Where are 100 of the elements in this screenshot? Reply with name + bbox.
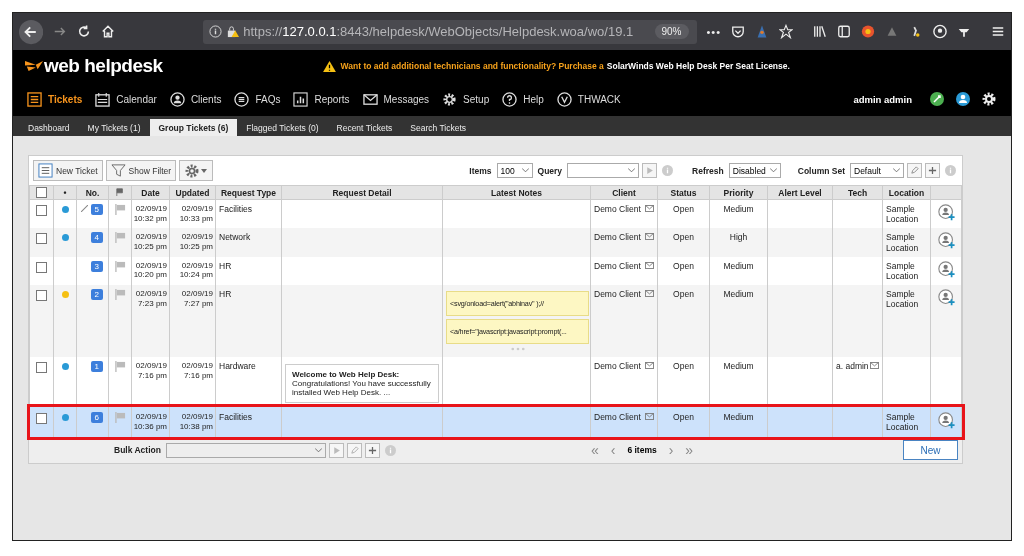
ticket-number[interactable]: 6 <box>90 412 103 424</box>
nav-tab[interactable]: Tickets <box>27 91 83 107</box>
client-name[interactable]: Demo Client <box>594 361 641 372</box>
sidebar-icon[interactable] <box>837 24 851 39</box>
nav-tab[interactable]: FAQs <box>234 91 281 107</box>
pocket-icon[interactable] <box>731 24 746 39</box>
zoom-level[interactable]: 90% <box>654 24 689 39</box>
nav-tab[interactable]: Messages <box>362 91 430 107</box>
mail-icon[interactable] <box>645 205 654 212</box>
assign-user-icon[interactable] <box>937 289 955 307</box>
nav-tab[interactable]: Calendar <box>95 91 157 107</box>
home-icon[interactable] <box>101 24 116 39</box>
nav-tab[interactable]: Clients <box>169 91 222 107</box>
nav-icon <box>442 91 458 107</box>
ticket-number[interactable]: 4 <box>90 232 103 244</box>
ticket-tab[interactable]: Recent Tickets <box>327 119 402 136</box>
mail-icon[interactable] <box>645 413 654 421</box>
account-icon[interactable] <box>932 24 947 39</box>
row-checkbox[interactable] <box>36 261 47 273</box>
license-link[interactable]: SolarWinds Web Help Desk Per Seat License. <box>606 61 790 71</box>
client-name[interactable]: Demo Client <box>594 260 641 271</box>
request-detail-card[interactable]: Welcome to Web Help Desk: Congratulations! You have successfully installed Web Help Desk. ... <box>285 364 439 404</box>
info-icon[interactable] <box>209 25 223 38</box>
edit-button[interactable] <box>907 163 922 178</box>
row-checkbox[interactable] <box>36 290 47 302</box>
settings-icon[interactable] <box>981 91 997 107</box>
assign-user-icon[interactable] <box>937 204 955 221</box>
client-name[interactable]: Demo Client <box>594 412 641 423</box>
ticket-row[interactable]: 6 02/09/19 10:36 pm 02/09/19 10:38 pm Facilities Demo Client Open Medium Sample Location <box>29 407 962 437</box>
gear-caret-icon <box>184 162 209 179</box>
ticket-tab[interactable]: Flagged Tickets (0) <box>237 119 328 136</box>
nav-icon <box>362 91 378 107</box>
new-ticket-button[interactable]: New Ticket <box>33 160 103 181</box>
nav-icon <box>27 91 42 107</box>
mail-icon[interactable] <box>645 233 654 241</box>
settings-dropdown[interactable] <box>179 160 214 181</box>
row-checkbox[interactable] <box>36 205 47 216</box>
status-icon[interactable] <box>929 91 945 107</box>
show-filter-button[interactable]: Show Filter <box>105 160 177 181</box>
location-text: Sample Location <box>886 289 919 310</box>
refresh-select[interactable]: Disabled <box>728 163 781 178</box>
ticket-tab[interactable]: My Tickets (1) <box>78 119 150 136</box>
request-type-text: Hardware <box>219 361 256 372</box>
client-name[interactable]: Demo Client <box>594 289 641 300</box>
client-name[interactable]: Demo Client <box>594 204 641 215</box>
user-name[interactable]: admin admin <box>853 93 912 105</box>
nav-icon <box>293 91 309 107</box>
nav-tab[interactable]: Reports <box>293 91 350 107</box>
query-select[interactable] <box>567 163 640 178</box>
address-bar[interactable]: https://127.0.0.1:8443/helpdesk/WebObjects/Helpdesk.woa/wo/19.1 90% <box>203 19 697 44</box>
extension-icon[interactable] <box>861 24 875 39</box>
ticket-tab[interactable]: Dashboard <box>19 119 79 136</box>
mail-icon[interactable] <box>645 290 654 298</box>
bookmark-star-icon[interactable] <box>779 24 794 39</box>
add-button[interactable] <box>925 163 940 178</box>
nav-tab[interactable]: Setup <box>442 91 490 107</box>
ticket-number[interactable]: 1 <box>90 361 103 373</box>
reload-icon[interactable] <box>77 24 92 39</box>
column-header[interactable]: • <box>63 187 67 198</box>
menu-icon[interactable] <box>990 24 1005 39</box>
library-icon[interactable] <box>813 24 827 39</box>
ticket-tab[interactable]: Group Tickets (6) <box>149 119 238 136</box>
priority-text: Medium <box>723 289 754 300</box>
logo-icon <box>25 59 43 73</box>
warning-lock-icon[interactable] <box>226 25 240 38</box>
assign-user-icon[interactable] <box>937 232 955 250</box>
nav-tab[interactable]: THWACK <box>556 91 621 107</box>
updated-text: 02/09/19 10:33 pm <box>179 204 213 223</box>
add-button[interactable] <box>364 442 380 458</box>
select-all-checkbox[interactable] <box>36 187 47 199</box>
nav-tab[interactable]: Help <box>502 91 544 107</box>
assign-user-icon[interactable] <box>937 260 955 278</box>
row-checkbox[interactable] <box>36 413 47 425</box>
ticket-number[interactable]: 2 <box>90 289 103 301</box>
mail-icon[interactable] <box>645 362 654 370</box>
play-icon <box>645 166 655 175</box>
priority-text: Medium <box>723 412 754 423</box>
row-checkbox[interactable] <box>36 362 47 374</box>
assign-user-icon[interactable] <box>937 412 955 430</box>
ticket-tab[interactable]: Search Tickets <box>401 119 476 136</box>
license-notice: Want to add additional technicians and functionality? Purchase a <box>340 61 604 71</box>
client-name[interactable]: Demo Client <box>594 232 641 243</box>
caret-icon <box>769 168 777 173</box>
ticket-number[interactable]: 3 <box>90 260 103 272</box>
ticket-row[interactable]: 4 02/09/19 10:25 pm 02/09/19 10:25 pm Network Demo Client Open High Sample Location <box>29 228 962 257</box>
back-icon[interactable] <box>19 18 44 45</box>
updated-text: 02/09/19 7:16 pm <box>181 361 213 380</box>
row-checkbox[interactable] <box>36 233 47 245</box>
ticket-number[interactable]: 5 <box>90 204 103 215</box>
profile-icon[interactable] <box>955 91 971 107</box>
mail-icon[interactable] <box>870 362 879 370</box>
caret-icon <box>521 168 529 173</box>
mail-icon[interactable] <box>645 261 654 269</box>
items-select[interactable]: 100 <box>496 163 533 178</box>
list-icon <box>38 163 53 178</box>
page-actions-menu[interactable]: ••• <box>706 25 722 38</box>
new-button[interactable]: New <box>903 440 958 460</box>
tech-name[interactable]: a. admin <box>836 361 869 372</box>
column-set-select[interactable]: Default <box>850 163 904 178</box>
date-text: 02/09/19 10:20 pm <box>133 260 167 280</box>
